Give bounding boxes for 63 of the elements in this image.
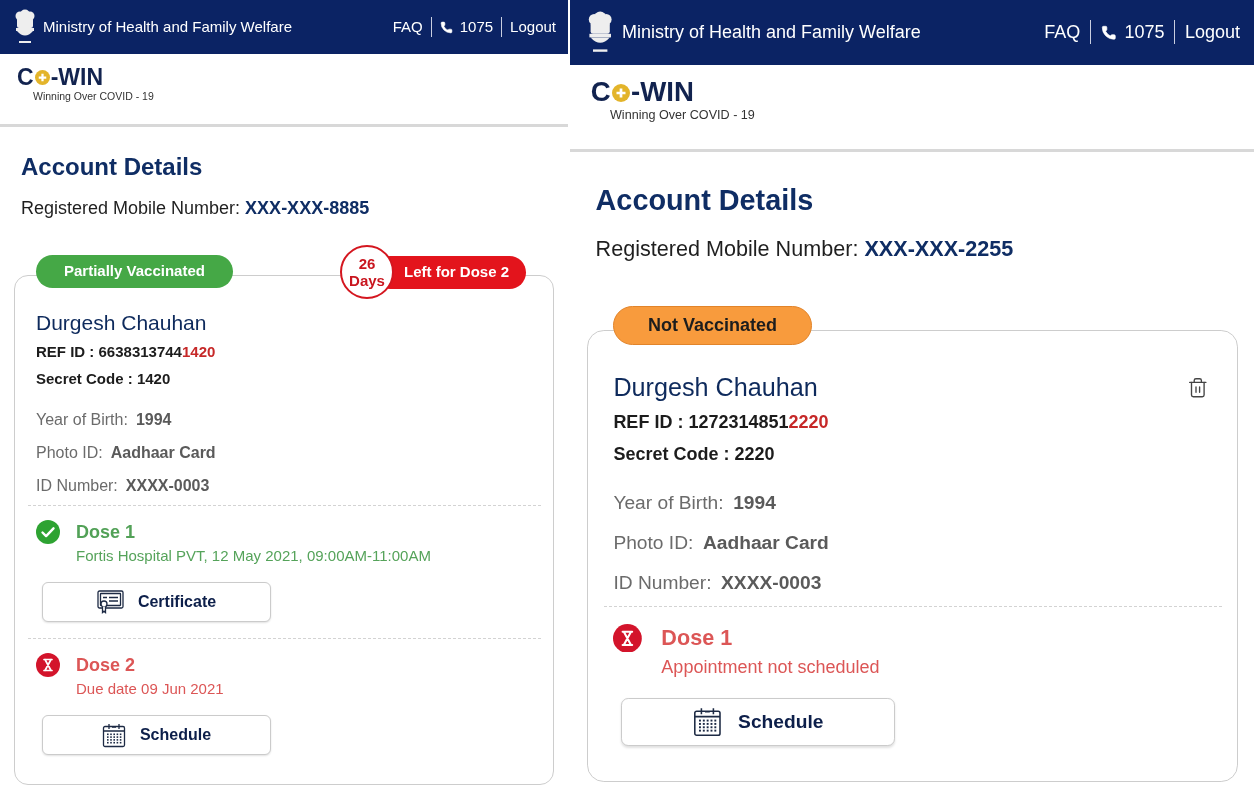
detail-value: XXXX-0003 <box>721 570 822 595</box>
hourglass-icon <box>36 653 60 677</box>
ref-id-text: REF ID : 66383137441420 <box>36 342 216 362</box>
countdown-unit: Days <box>349 272 385 289</box>
emblem-icon <box>14 9 36 45</box>
hourglass-icon <box>613 623 643 653</box>
beneficiary-name: Durgesh Chauhan <box>613 371 818 403</box>
status-badge: Partially Vaccinated <box>36 255 233 288</box>
ministry-title: Ministry of Health and Family Welfare <box>43 17 292 37</box>
status-badge: Not Vaccinated <box>613 305 812 346</box>
detail-value: 1994 <box>135 410 172 430</box>
account-title: Account Details <box>21 152 203 182</box>
beneficiary-name: Durgesh Chauhan <box>36 310 207 336</box>
detail-value: Aadhaar Card <box>110 443 216 463</box>
detail-label: ID Number: <box>36 476 118 496</box>
dose-detail: Fortis Hospital PVT, 12 May 2021, 09:00AM-11:00AM <box>76 546 431 566</box>
calendar-icon <box>101 722 126 748</box>
ministry-title: Ministry of Health and Family Welfare <box>621 21 921 45</box>
header-link[interactable]: Logout <box>1184 20 1240 45</box>
logo-text: -WIN <box>631 78 694 107</box>
certificate-button[interactable]: Certificate <box>42 582 271 622</box>
logo-tagline: Winning Over COVID - 19 <box>33 89 154 103</box>
dose-title: Dose 2 <box>76 654 137 677</box>
detail-label: Year of Birth: <box>613 491 724 516</box>
detail-label: Photo ID: <box>36 443 103 463</box>
logo-tagline: Winning Over COVID - 19 <box>609 106 755 124</box>
detail-label: ID Number: <box>613 570 712 595</box>
logo-text: C <box>17 65 34 89</box>
phone-icon <box>439 20 453 34</box>
secret-code-text: Secret Code : 1420 <box>36 369 171 389</box>
phone-icon <box>1100 24 1117 41</box>
logo-text: C <box>590 78 611 107</box>
certificate-icon <box>96 590 124 614</box>
dose-detail: Due date 09 Jun 2021 <box>76 679 224 699</box>
countdown-days: 26 <box>358 255 376 272</box>
detail-value: Aadhaar Card <box>702 530 829 555</box>
detail-label: Year of Birth: <box>36 410 128 430</box>
registered-mobile-text: Registered Mobile Number: XXX-XXX-2255 <box>595 235 1014 264</box>
calendar-icon <box>692 706 722 737</box>
logo-text: -WIN <box>50 65 103 89</box>
helpline-link[interactable]: 1075 <box>1100 20 1165 45</box>
plus-circle-icon <box>611 84 630 102</box>
trash-icon <box>1187 376 1209 399</box>
schedule-button[interactable]: Schedule <box>620 697 896 746</box>
ref-id-text: REF ID : 12723148512220 <box>613 410 829 434</box>
account-title: Account Details <box>595 183 814 219</box>
check-icon <box>36 520 60 544</box>
delete-button[interactable] <box>1187 376 1209 399</box>
registered-mobile-text: Registered Mobile Number: XXX-XXX-8885 <box>21 197 370 220</box>
emblem-icon <box>587 10 614 54</box>
secret-code-text: Secret Code : 2220 <box>613 443 775 467</box>
schedule-button[interactable]: Schedule <box>42 715 271 755</box>
header-link[interactable]: FAQ <box>392 17 423 37</box>
helpline-link[interactable]: 1075 <box>439 17 494 37</box>
plus-circle-icon <box>34 70 50 85</box>
dose-title: Dose 1 <box>661 623 734 652</box>
header-link[interactable]: FAQ <box>1044 20 1081 45</box>
header-link[interactable]: Logout <box>510 17 556 37</box>
detail-value: XXXX-0003 <box>125 476 210 496</box>
dose-title: Dose 1 <box>76 521 137 544</box>
dose-detail: Appointment not scheduled <box>661 655 880 679</box>
detail-label: Photo ID: <box>613 530 694 555</box>
detail-value: 1994 <box>733 491 776 516</box>
